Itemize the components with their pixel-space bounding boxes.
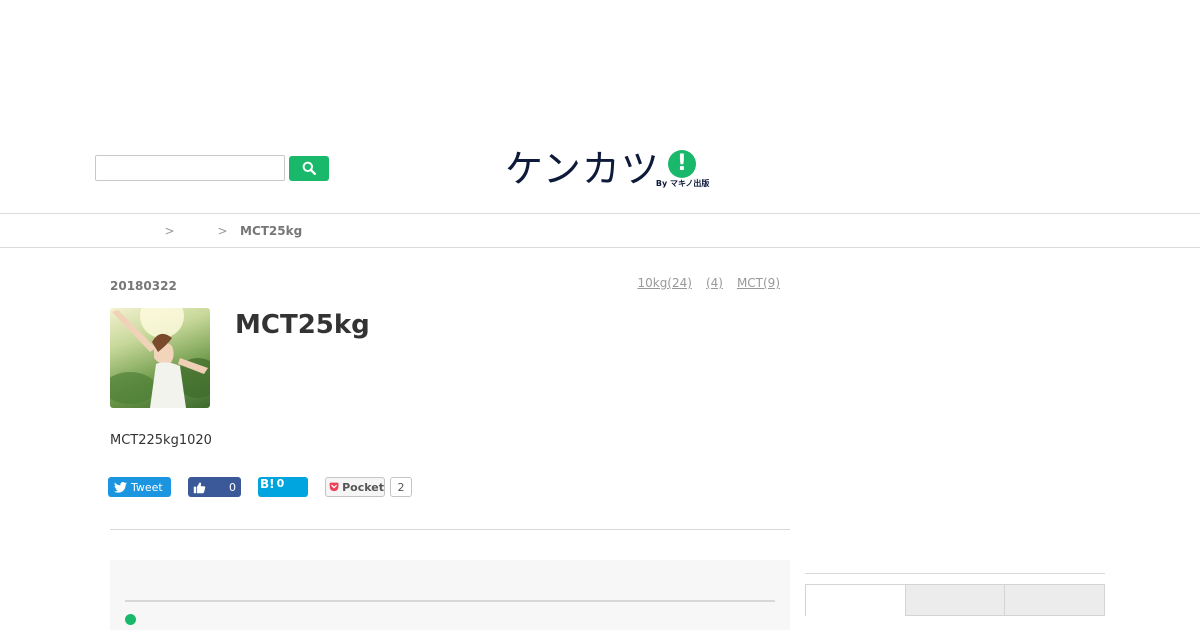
search-button[interactable] <box>289 155 329 181</box>
thumbs-up-icon <box>193 482 206 493</box>
hatena-b-icon: B! <box>260 477 275 491</box>
tweet-label: Tweet <box>131 480 163 494</box>
search-form <box>95 155 329 181</box>
site-logo[interactable]: ケンカツ ! By マキノ出版 <box>505 147 709 191</box>
facebook-like-button[interactable]: 0 <box>188 477 241 497</box>
pocket-icon <box>329 482 339 492</box>
bullet-dot-icon <box>125 614 136 625</box>
breadcrumb-separator: > <box>164 223 175 238</box>
breadcrumb-separator: > <box>217 223 228 238</box>
logo-mark: ! By マキノ出版 <box>656 148 709 190</box>
twitter-bird-icon <box>114 481 127 493</box>
facebook-count: 0 <box>229 480 236 494</box>
article-thumbnail <box>110 308 210 408</box>
sidebar-tab-3[interactable] <box>1005 584 1106 616</box>
sidebar-tab-2[interactable] <box>905 584 1006 616</box>
article-lead: MCT225kg1020 <box>110 433 212 448</box>
article-content-box <box>110 560 790 630</box>
tag-link[interactable]: MCT(9) <box>737 276 780 290</box>
pocket-count: 2 <box>390 477 412 497</box>
site-header: ケンカツ ! By マキノ出版 <box>0 0 1200 213</box>
sidebar-divider <box>805 573 1105 574</box>
logo-byline: By マキノ出版 <box>655 179 710 188</box>
article-divider <box>110 529 790 530</box>
breadcrumb-current: MCT25kg <box>240 223 303 238</box>
breadcrumb: > > MCT25kg <box>0 213 1200 248</box>
exclamation-icon: ! <box>667 150 696 178</box>
tag-link[interactable]: 10kg(24) <box>637 276 691 290</box>
tweet-button[interactable]: Tweet <box>108 477 171 497</box>
article-tags: 10kg(24) (4) MCT(9) <box>637 276 780 290</box>
sidebar-tab-1[interactable] <box>805 584 906 616</box>
search-input[interactable] <box>95 155 285 181</box>
pocket-button[interactable]: Pocket <box>325 477 385 497</box>
hatena-count: 0 <box>276 477 285 490</box>
article-date: 20180322 <box>110 279 177 293</box>
hatena-bookmark-button[interactable]: B! 0 <box>258 477 308 497</box>
content-divider <box>125 600 775 602</box>
search-icon <box>302 161 316 175</box>
woman-photo-image <box>110 308 210 408</box>
tag-link[interactable]: (4) <box>706 276 723 290</box>
sidebar-tabs <box>805 584 1106 616</box>
logo-text: ケンカツ <box>505 147 660 191</box>
pocket-label: Pocket <box>342 480 384 494</box>
article-title: MCT25kg <box>235 310 370 340</box>
